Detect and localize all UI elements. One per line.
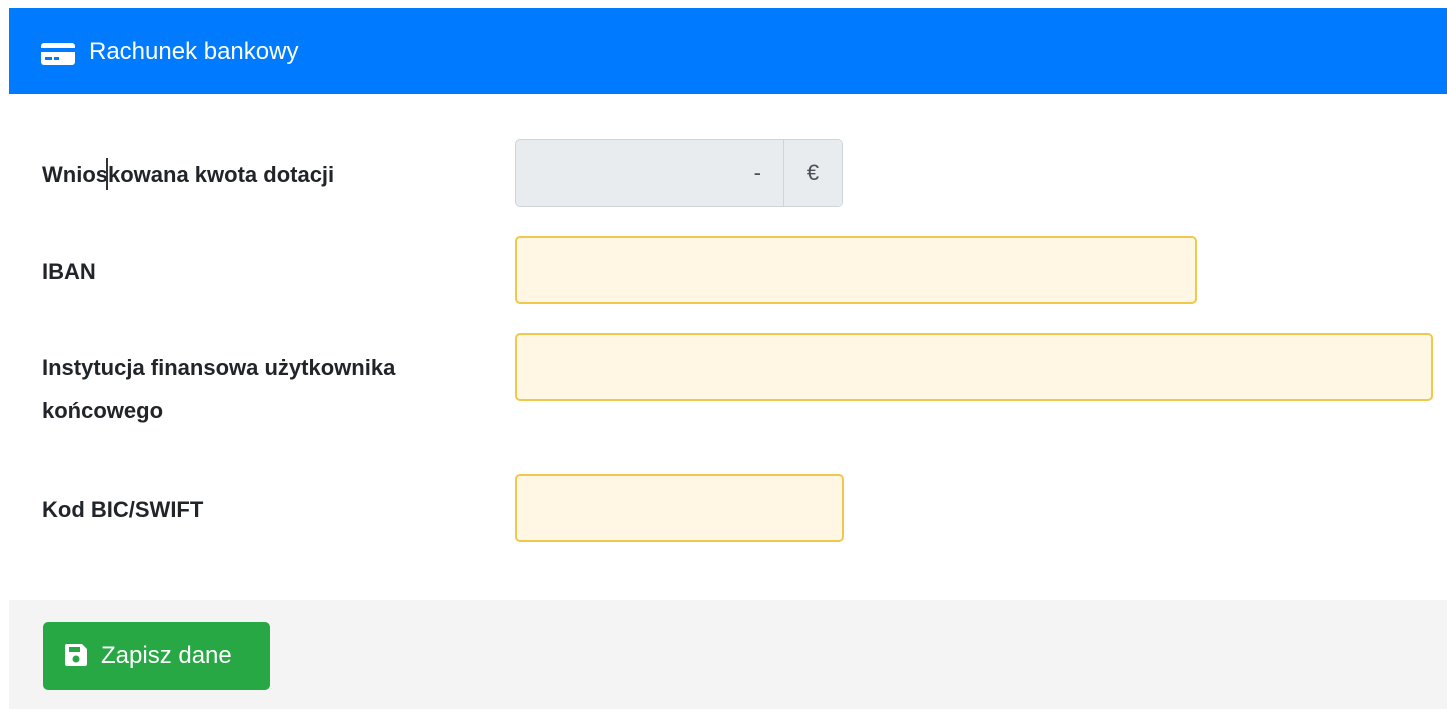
bank-account-card: Rachunek bankowy Wnioskowana kwota dotac… bbox=[9, 8, 1447, 709]
bic-label: Kod BIC/SWIFT bbox=[42, 497, 204, 522]
amount-value: - bbox=[753, 160, 761, 185]
amount-label: Wnioskowana kwota dotacji bbox=[42, 162, 335, 187]
institution-label-line1: Instytucja finansowa użytkownika bbox=[42, 355, 396, 380]
iban-input[interactable] bbox=[517, 238, 1195, 302]
save-button-label: Zapisz dane bbox=[101, 642, 232, 669]
card-title: Rachunek bankowy bbox=[89, 38, 299, 65]
bic-field-wrapper bbox=[515, 474, 844, 542]
credit-card-icon bbox=[41, 43, 75, 65]
card-body: Wnioskowana kwota dotacji - € IBAN Insty… bbox=[9, 94, 1447, 600]
amount-field: - € bbox=[515, 139, 843, 207]
institution-field-wrapper bbox=[515, 333, 1433, 401]
card-footer: Zapisz dane bbox=[9, 600, 1447, 709]
save-button[interactable]: Zapisz dane bbox=[43, 622, 270, 690]
institution-input[interactable] bbox=[517, 335, 1431, 399]
card-header: Rachunek bankowy bbox=[9, 8, 1447, 94]
floppy-disk-icon bbox=[65, 644, 87, 666]
currency-addon: € bbox=[783, 140, 842, 206]
institution-label-line2: końcowego bbox=[42, 398, 164, 423]
iban-label: IBAN bbox=[42, 259, 96, 284]
bic-input[interactable] bbox=[517, 476, 842, 540]
iban-field-wrapper bbox=[515, 236, 1197, 304]
text-cursor bbox=[106, 158, 108, 190]
